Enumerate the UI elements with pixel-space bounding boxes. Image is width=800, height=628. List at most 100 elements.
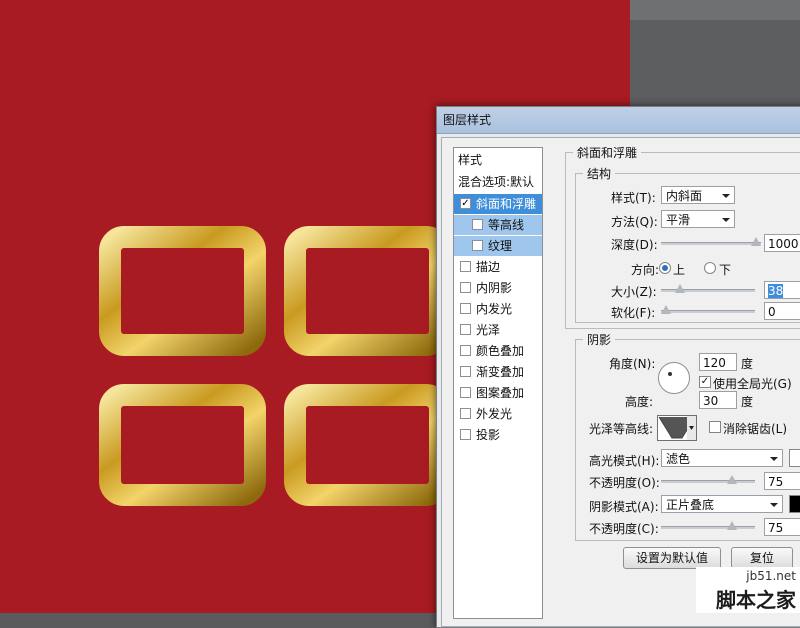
structure-title: 结构	[583, 165, 616, 182]
soften-slider[interactable]	[661, 305, 755, 317]
direction-label: 方向:	[631, 263, 660, 277]
checkbox[interactable]	[460, 345, 471, 356]
direction-up-label: 上	[673, 263, 686, 277]
depth-input[interactable]: 1000	[764, 234, 800, 252]
checkbox-checked-icon[interactable]: ✓	[460, 198, 471, 209]
antialias-label: 消除锯齿(L)	[723, 422, 788, 436]
dialog-title[interactable]: 图层样式	[437, 107, 800, 134]
style-item-label: 等高线	[488, 218, 525, 232]
layer-style-dialog: 图层样式 样式 混合选项:默认 ✓ 斜面和浮雕 等高线 纹理 描边 内阴影 内发光…	[436, 106, 800, 628]
set-default-button[interactable]: 设置为默认值	[623, 547, 721, 569]
style-value: 内斜面	[666, 189, 703, 203]
styles-list: 样式 混合选项:默认 ✓ 斜面和浮雕 等高线 纹理 描边 内阴影 内发光 光泽 颜…	[453, 147, 543, 619]
size-value: 38	[768, 284, 784, 298]
checkbox[interactable]	[460, 387, 471, 398]
checkbox[interactable]	[472, 240, 483, 251]
size-slider-thumb[interactable]	[674, 284, 685, 293]
size-input[interactable]: 38	[764, 281, 800, 299]
shadow-opacity-slider[interactable]	[661, 521, 755, 533]
direction-down-label: 下	[719, 263, 732, 277]
soften-input[interactable]: 0	[764, 302, 800, 320]
shadow-opacity-input[interactable]: 75	[764, 518, 800, 536]
bevel-emboss-title: 斜面和浮雕	[573, 144, 642, 161]
checkbox[interactable]	[460, 324, 471, 335]
style-item-drop-shadow[interactable]: 投影	[454, 425, 542, 445]
style-item-color-overlay[interactable]: 颜色叠加	[454, 341, 542, 361]
style-item-label: 纹理	[488, 239, 513, 253]
altitude-input[interactable]: 30	[699, 391, 737, 409]
style-item-pattern-overlay[interactable]: 图案叠加	[454, 383, 542, 403]
size-label: 大小(Z):	[611, 285, 657, 299]
highlight-opacity-thumb[interactable]	[726, 475, 737, 484]
gloss-contour-picker[interactable]	[657, 415, 697, 441]
contour-preview-icon	[658, 416, 696, 440]
watermark-url: jb51.net	[746, 569, 796, 583]
highlight-mode-dropdown[interactable]: 滤色	[661, 449, 783, 467]
style-item-outer-glow[interactable]: 外发光	[454, 404, 542, 424]
shading-title: 阴影	[583, 331, 616, 348]
style-item-inner-shadow[interactable]: 内阴影	[454, 278, 542, 298]
depth-slider-thumb[interactable]	[751, 237, 761, 246]
style-item-satin[interactable]: 光泽	[454, 320, 542, 340]
chevron-down-icon	[722, 218, 730, 222]
style-item-inner-glow[interactable]: 内发光	[454, 299, 542, 319]
technique-label: 方法(Q):	[611, 215, 658, 229]
depth-slider[interactable]	[661, 237, 761, 249]
direction-up-radio[interactable]	[659, 262, 671, 274]
checkbox[interactable]	[460, 303, 471, 314]
technique-dropdown[interactable]: 平滑	[661, 210, 735, 228]
technique-value: 平滑	[666, 213, 691, 227]
antialias-checkbox[interactable]	[709, 421, 721, 433]
gloss-contour-label: 光泽等高线:	[589, 422, 654, 436]
direction-down-radio[interactable]	[704, 262, 716, 274]
checkbox[interactable]	[460, 408, 471, 419]
highlight-opacity-slider[interactable]	[661, 475, 755, 487]
style-item-label: 图案叠加	[476, 386, 525, 400]
altitude-label: 高度:	[625, 395, 654, 409]
chevron-down-icon	[770, 457, 778, 461]
style-item-label: 颜色叠加	[476, 344, 525, 358]
shadow-mode-dropdown[interactable]: 正片叠底	[661, 495, 783, 513]
angle-dial[interactable]	[658, 362, 690, 394]
checkbox[interactable]	[460, 366, 471, 377]
style-item-bevel-emboss[interactable]: ✓ 斜面和浮雕	[454, 194, 542, 214]
shadow-mode-label: 阴影模式(A):	[589, 500, 659, 514]
style-item-gradient-overlay[interactable]: 渐变叠加	[454, 362, 542, 382]
checkbox[interactable]	[460, 429, 471, 440]
shadow-mode-value: 正片叠底	[666, 498, 715, 512]
shadow-opacity-thumb[interactable]	[726, 521, 737, 530]
style-item-contour[interactable]: 等高线	[454, 215, 542, 235]
angle-unit: 度	[741, 357, 754, 371]
altitude-value: 30	[703, 394, 719, 408]
shadow-color-swatch[interactable]	[789, 495, 800, 513]
altitude-unit: 度	[741, 395, 754, 409]
style-item-label: 投影	[476, 428, 501, 442]
soften-value: 0	[768, 305, 776, 319]
style-item-label: 外发光	[476, 407, 513, 421]
checkbox[interactable]	[460, 282, 471, 293]
highlight-mode-value: 滤色	[666, 452, 691, 466]
checkbox[interactable]	[460, 261, 471, 272]
highlight-mode-label: 高光模式(H):	[589, 454, 660, 468]
style-item-stroke[interactable]: 描边	[454, 257, 542, 277]
watermark-name: 脚本之家	[716, 588, 796, 612]
angle-value: 120	[703, 356, 726, 370]
chevron-down-icon	[770, 503, 778, 507]
reset-button[interactable]: 复位	[731, 547, 793, 569]
style-item-label: 内发光	[476, 302, 513, 316]
highlight-opacity-input[interactable]: 75	[764, 472, 800, 490]
styles-header[interactable]: 样式	[454, 150, 546, 170]
highlight-opacity-label: 不透明度(O):	[589, 476, 660, 490]
style-dropdown[interactable]: 内斜面	[661, 186, 735, 204]
global-light-checkbox[interactable]: ✓	[699, 376, 711, 388]
soften-slider-thumb[interactable]	[661, 305, 671, 314]
size-slider[interactable]	[661, 284, 755, 296]
highlight-opacity-value: 75	[768, 475, 784, 489]
highlight-color-swatch[interactable]	[789, 449, 800, 467]
angle-input[interactable]: 120	[699, 353, 737, 371]
blend-options-item[interactable]: 混合选项:默认	[454, 172, 546, 192]
checkbox[interactable]	[472, 219, 483, 230]
style-item-label: 光泽	[476, 323, 501, 337]
style-item-texture[interactable]: 纹理	[454, 236, 542, 256]
soften-label: 软化(F):	[611, 306, 656, 320]
